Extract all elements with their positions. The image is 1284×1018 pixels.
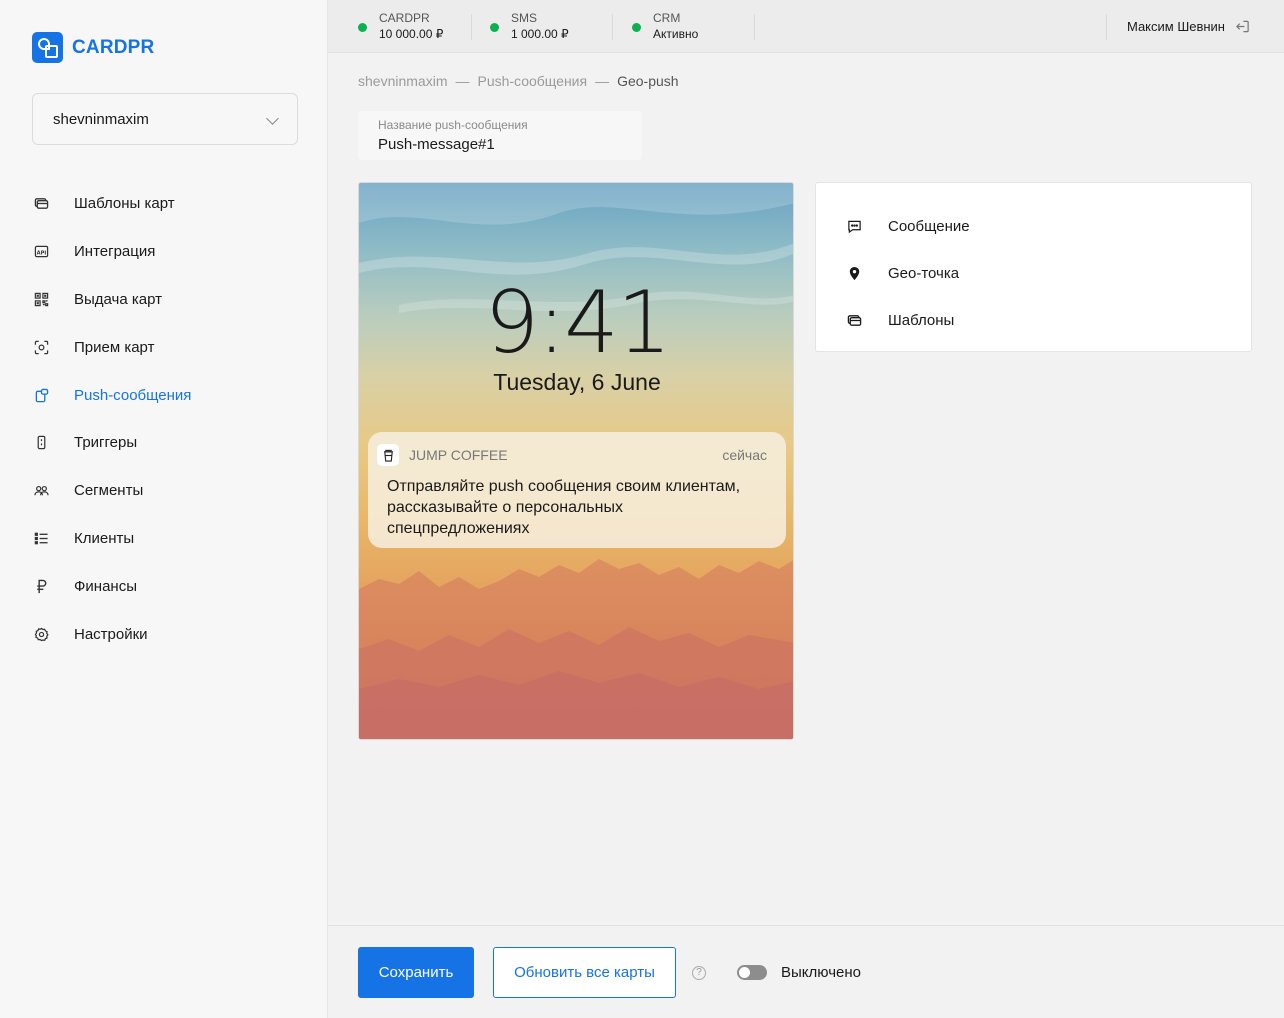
api-icon: API bbox=[33, 244, 49, 260]
breadcrumb-separator: — bbox=[455, 73, 470, 89]
panel-item-geo[interactable]: Geo-точка bbox=[816, 250, 1251, 297]
lockscreen-clock: 9:41 bbox=[484, 273, 671, 373]
divider bbox=[754, 14, 755, 40]
sidebar-item-settings[interactable]: Настройки bbox=[0, 610, 328, 658]
status-dot bbox=[490, 23, 499, 32]
sidebar-item-integration[interactable]: API Интеграция bbox=[0, 228, 328, 276]
scan-icon bbox=[33, 339, 49, 355]
divider bbox=[612, 14, 613, 40]
breadcrumb: shevninmaxim — Push-сообщения — Geo-push bbox=[358, 73, 679, 89]
chevron-down-icon bbox=[266, 112, 279, 125]
breadcrumb-current: Geo-push bbox=[617, 73, 679, 89]
sidebar-item-label: Финансы bbox=[74, 577, 137, 595]
coffee-cup-icon bbox=[377, 444, 399, 466]
lockscreen-preview: 9:41 Tuesday, 6 June JUMP COFFEE сейчас … bbox=[358, 182, 794, 740]
sidebar-item-label: Интеграция bbox=[74, 243, 156, 261]
notification-app-name: JUMP COFFEE bbox=[409, 447, 508, 463]
logout-icon[interactable] bbox=[1235, 19, 1250, 34]
push-notification: JUMP COFFEE сейчас Отправляйте push сооб… bbox=[368, 432, 786, 548]
push-name-field[interactable]: Название push-сообщения bbox=[358, 111, 642, 160]
push-icon bbox=[33, 387, 49, 403]
user-name: Максим Шевнин bbox=[1126, 19, 1225, 34]
map-pin-icon bbox=[846, 266, 862, 282]
trigger-icon bbox=[33, 435, 49, 451]
action-footer: Сохранить Обновить все карты ? Выключено bbox=[328, 925, 1284, 1018]
card-template-icon bbox=[33, 196, 49, 212]
balance-value: 1 000.00 ₽ bbox=[511, 27, 569, 41]
logo[interactable]: CARDPR bbox=[32, 32, 154, 63]
push-name-label: Название push-сообщения bbox=[378, 118, 528, 132]
qr-code-icon bbox=[33, 291, 49, 307]
sidebar-item-label: Настройки bbox=[74, 625, 148, 643]
divider bbox=[1106, 14, 1107, 40]
panel-item-label: Geo-точка bbox=[888, 265, 960, 282]
notification-text: Отправляйте push сообщения своим клиента… bbox=[387, 478, 741, 537]
sidebar-item-card-templates[interactable]: Шаблоны карт bbox=[0, 180, 328, 228]
sidebar-item-label: Выдача карт bbox=[74, 290, 162, 308]
sidebar-item-card-accept[interactable]: Прием карт bbox=[0, 323, 328, 371]
breadcrumb-item[interactable]: shevninmaxim bbox=[358, 73, 447, 89]
topbar: CARDPR 10 000.00 ₽ SMS 1 000.00 ₽ CRM Ак… bbox=[328, 0, 1284, 53]
notification-time: сейчас bbox=[722, 447, 767, 463]
account-select-value: shevninmaxim bbox=[53, 110, 149, 128]
gear-icon bbox=[33, 626, 49, 642]
mountains-background bbox=[359, 559, 793, 739]
sidebar-item-segments[interactable]: Сегменты bbox=[0, 467, 328, 515]
sidebar-item-label: Push-сообщения bbox=[74, 386, 192, 404]
sidebar-item-clients[interactable]: Клиенты bbox=[0, 515, 328, 563]
breadcrumb-separator: — bbox=[595, 73, 610, 89]
help-icon[interactable]: ? bbox=[692, 966, 706, 980]
crm-value: Активно bbox=[653, 27, 699, 41]
balance-cardpr: CARDPR 10 000.00 ₽ bbox=[358, 11, 443, 45]
balance-label: CARDPR bbox=[379, 11, 430, 25]
toggle-label: Выключено bbox=[781, 964, 861, 981]
status-dot bbox=[632, 23, 641, 32]
cardpr-logo-icon bbox=[32, 32, 63, 63]
sidebar-item-label: Прием карт bbox=[74, 338, 155, 356]
sidebar: CARDPR shevninmaxim Шаблоны карт API Инт… bbox=[0, 0, 328, 1018]
segments-icon bbox=[33, 483, 49, 499]
account-select[interactable]: shevninmaxim bbox=[32, 93, 298, 145]
svg-text:API: API bbox=[36, 251, 46, 257]
save-button[interactable]: Сохранить bbox=[358, 947, 474, 998]
sidebar-item-label: Сегменты bbox=[74, 482, 144, 500]
balance-sms: SMS 1 000.00 ₽ bbox=[490, 11, 569, 45]
ruble-icon bbox=[33, 578, 49, 594]
message-icon bbox=[846, 219, 862, 235]
user-menu[interactable]: Максим Шевнин bbox=[1127, 19, 1250, 34]
panel-item-label: Сообщение bbox=[888, 218, 970, 235]
panel-item-label: Шаблоны bbox=[888, 312, 955, 329]
sidebar-item-card-issue[interactable]: Выдача карт bbox=[0, 276, 328, 324]
logo-text: CARDPR bbox=[72, 36, 155, 58]
clients-list-icon bbox=[33, 530, 49, 546]
divider bbox=[471, 14, 472, 40]
templates-icon bbox=[846, 313, 862, 329]
sidebar-item-label: Клиенты bbox=[74, 529, 135, 547]
sidebar-item-triggers[interactable]: Триггеры bbox=[0, 419, 328, 467]
balance-value: 10 000.00 ₽ bbox=[379, 27, 444, 41]
update-all-cards-button[interactable]: Обновить все карты bbox=[493, 947, 676, 998]
settings-panel: Сообщение Geo-точка Шаблоны bbox=[815, 182, 1252, 352]
toggle-knob bbox=[739, 967, 750, 978]
sidebar-item-label: Триггеры bbox=[74, 434, 138, 452]
status-dot bbox=[358, 23, 367, 32]
panel-item-templates[interactable]: Шаблоны bbox=[816, 297, 1251, 344]
panel-item-message[interactable]: Сообщение bbox=[816, 203, 1251, 250]
enable-toggle[interactable] bbox=[737, 965, 767, 980]
lockscreen-date: Tuesday, 6 June bbox=[493, 369, 661, 395]
sidebar-nav: Шаблоны карт API Интеграция Выдача карт … bbox=[0, 180, 328, 658]
sidebar-item-label: Шаблоны карт bbox=[74, 195, 175, 213]
breadcrumb-item[interactable]: Push-сообщения bbox=[477, 73, 587, 89]
crm-label: CRM bbox=[653, 11, 681, 25]
balance-label: SMS bbox=[511, 11, 538, 25]
sidebar-item-push[interactable]: Push-сообщения bbox=[0, 371, 328, 419]
push-name-input[interactable] bbox=[378, 136, 618, 153]
sidebar-item-finance[interactable]: Финансы bbox=[0, 562, 328, 610]
notification-header: JUMP COFFEE сейчас bbox=[377, 444, 767, 466]
crm-status: CRM Активно bbox=[632, 11, 698, 45]
